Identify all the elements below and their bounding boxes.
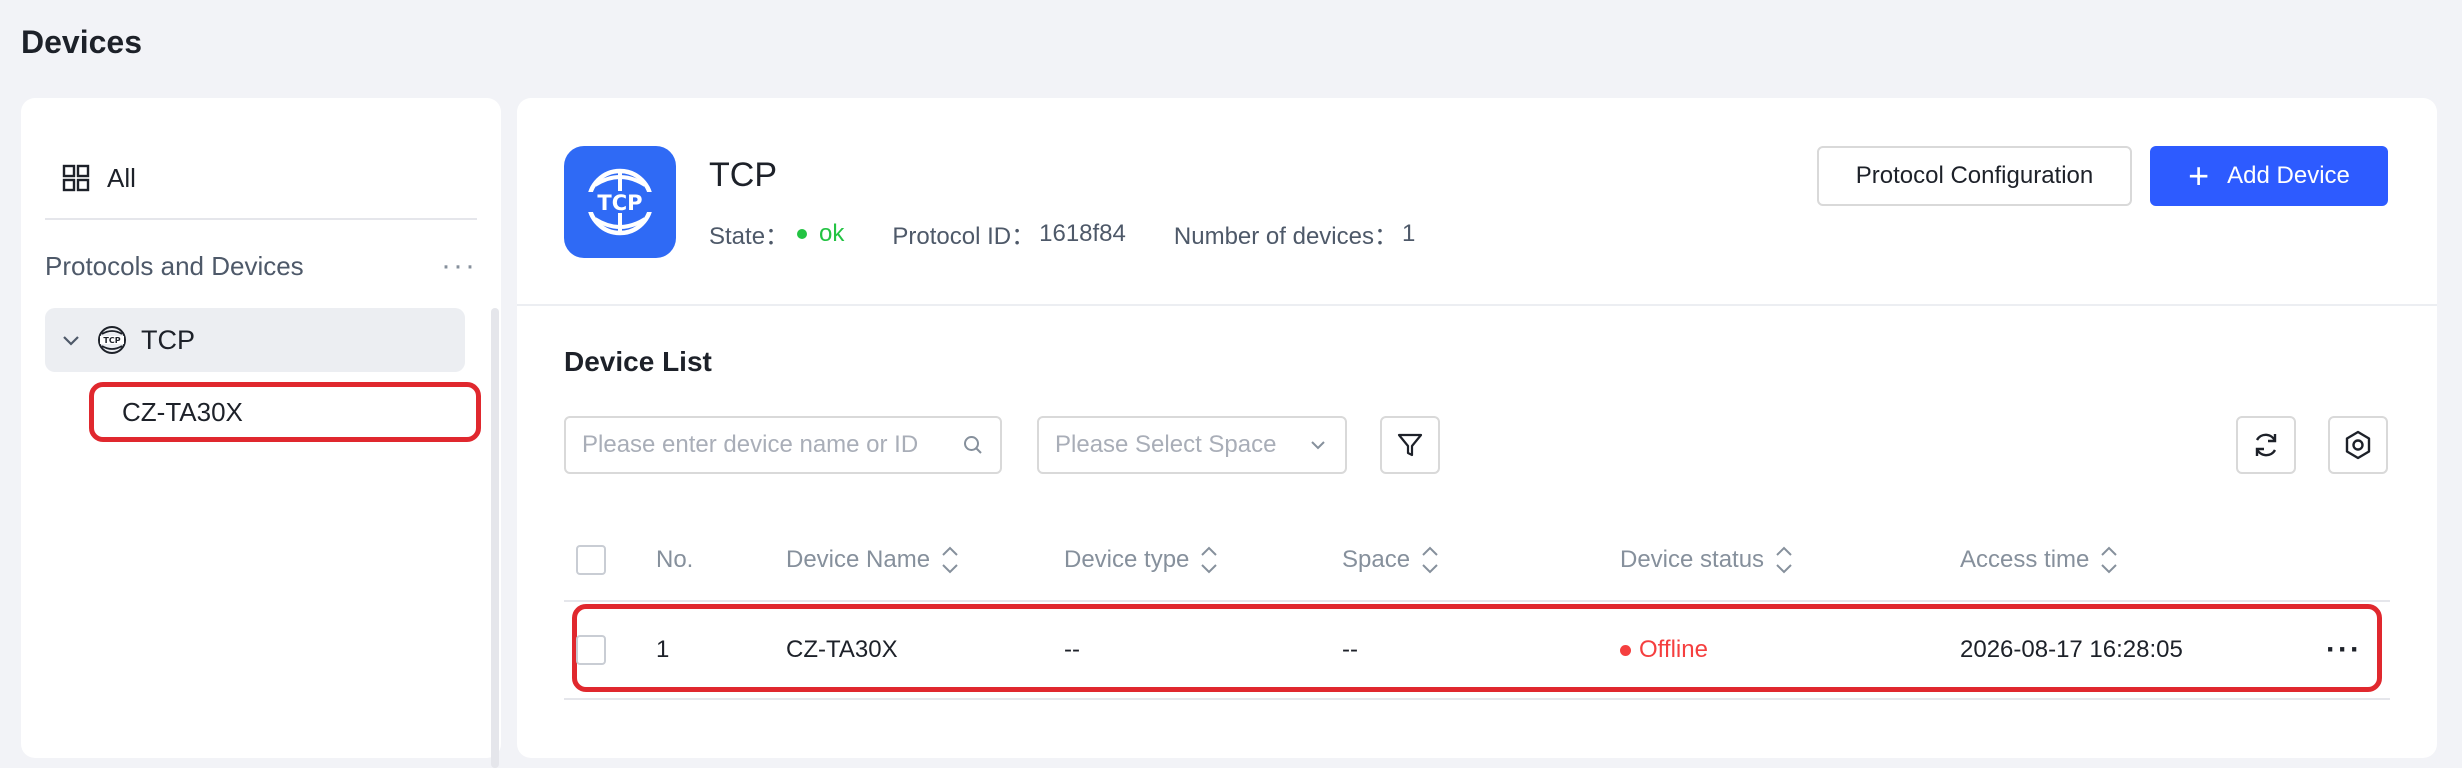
settings-button[interactable] <box>2328 416 2388 474</box>
search-input[interactable] <box>582 431 962 459</box>
plus-icon: + <box>2188 155 2210 196</box>
column-no-label: No. <box>656 546 694 573</box>
sidebar-divider <box>45 218 477 220</box>
refresh-button[interactable] <box>2236 416 2296 474</box>
status-badge: Offline <box>1639 636 1708 663</box>
tcp-globe-icon: TCP <box>585 168 655 236</box>
sidebar-item-all-label: All <box>107 162 136 193</box>
column-space-label: Space <box>1342 546 1411 573</box>
column-device-status-label: Device status <box>1620 546 1765 573</box>
column-device-name[interactable]: Device Name <box>786 518 960 602</box>
row-checkbox-cell <box>576 604 606 696</box>
protocol-state-label: State： <box>709 223 790 250</box>
sidebar-section-header: Protocols and Devices ··· <box>45 246 477 286</box>
sort-icon[interactable] <box>2099 540 2119 580</box>
filter-icon <box>1397 433 1423 457</box>
sidebar-scrollbar[interactable] <box>491 308 499 768</box>
chevron-down-icon[interactable] <box>59 328 83 352</box>
tree-item-tcp-label: TCP <box>141 324 195 355</box>
add-device-label: Add Device <box>2227 162 2350 189</box>
column-device-type-label: Device type <box>1064 546 1190 573</box>
search-icon[interactable] <box>962 434 984 456</box>
row-space: -- <box>1342 636 1358 663</box>
row-checkbox[interactable] <box>576 635 606 665</box>
table-row[interactable]: 1 CZ-TA30X -- -- Offline 2026-08-17 16:2… <box>564 604 2390 700</box>
row-access-time: 2026-08-17 16:28:05 <box>1960 636 2183 663</box>
protocol-state-value: ok <box>819 219 845 247</box>
protocol-state: State： ok <box>709 216 844 251</box>
tree-item-tcp[interactable]: TCP TCP <box>45 308 465 372</box>
row-status: Offline <box>1620 604 1708 696</box>
sidebar: All Protocols and Devices ··· TCP TCP CZ… <box>21 98 501 768</box>
main-panel: TCP TCP State： ok Protocol ID： 1618f84 N… <box>517 98 2437 758</box>
column-no: No. <box>656 518 693 602</box>
row-no: 1 <box>656 636 670 663</box>
sort-icon[interactable] <box>1774 540 1794 580</box>
table-header: No. Device Name Device type Space Device… <box>564 518 2390 602</box>
grid-icon <box>62 164 90 192</box>
gear-icon <box>2345 430 2371 460</box>
protocol-name: TCP <box>709 156 777 194</box>
row-actions: ··· <box>2326 604 2362 696</box>
tcp-protocol-icon: TCP <box>98 326 126 354</box>
protocol-count-label: Number of devices： <box>1173 223 1398 250</box>
more-icon[interactable]: ··· <box>2326 633 2362 667</box>
device-list-title: Device List <box>564 346 712 377</box>
column-access-time-label: Access time <box>1960 546 2090 573</box>
svg-text:TCP: TCP <box>103 336 120 345</box>
tree-item-device[interactable]: CZ-TA30X <box>89 382 481 442</box>
sidebar-item-all[interactable]: All <box>61 148 136 208</box>
tree-item-device-label: CZ-TA30X <box>122 396 243 427</box>
refresh-icon <box>2255 433 2277 457</box>
row-device-type: -- <box>1064 636 1080 663</box>
column-device-status[interactable]: Device status <box>1620 518 1794 602</box>
column-device-name-label: Device Name <box>786 546 931 573</box>
page-title: Devices <box>21 24 142 60</box>
chevron-down-icon <box>1311 441 1325 450</box>
sort-icon[interactable] <box>940 540 960 580</box>
protocol-configuration-button[interactable]: Protocol Configuration <box>1817 146 2132 206</box>
status-offline-dot-icon <box>1620 644 1631 656</box>
sort-icon[interactable] <box>1199 540 1219 580</box>
sort-icon[interactable] <box>1420 540 1440 580</box>
space-select[interactable]: Please Select Space <box>1037 416 1347 474</box>
protocol-logo-text: TCP <box>597 191 642 215</box>
space-select-placeholder: Please Select Space <box>1055 431 1277 458</box>
column-access-time[interactable]: Access time <box>1960 518 2119 602</box>
protocol-device-count: Number of devices： 1 <box>1174 216 1415 251</box>
search-box <box>564 416 1002 474</box>
filter-button[interactable] <box>1380 416 1440 474</box>
row-device-name[interactable]: CZ-TA30X <box>786 604 898 696</box>
sidebar-section-label: Protocols and Devices <box>45 250 304 281</box>
protocol-count-value: 1 <box>1401 219 1416 247</box>
protocol-id: Protocol ID： 1618f84 <box>892 216 1125 251</box>
status-ok-dot-icon <box>797 228 808 239</box>
select-all-cell <box>576 518 606 602</box>
protocol-meta: State： ok Protocol ID： 1618f84 Number of… <box>709 216 1415 251</box>
header-divider <box>517 304 2437 306</box>
more-icon[interactable]: ··· <box>441 251 477 281</box>
column-space[interactable]: Space <box>1342 518 1440 602</box>
protocol-id-value: 1618f84 <box>1039 219 1126 247</box>
column-device-type[interactable]: Device type <box>1064 518 1219 602</box>
protocol-logo: TCP <box>564 146 676 258</box>
select-all-checkbox[interactable] <box>576 545 606 575</box>
add-device-button[interactable]: + Add Device <box>2150 146 2388 206</box>
protocol-id-label: Protocol ID： <box>892 223 1036 250</box>
